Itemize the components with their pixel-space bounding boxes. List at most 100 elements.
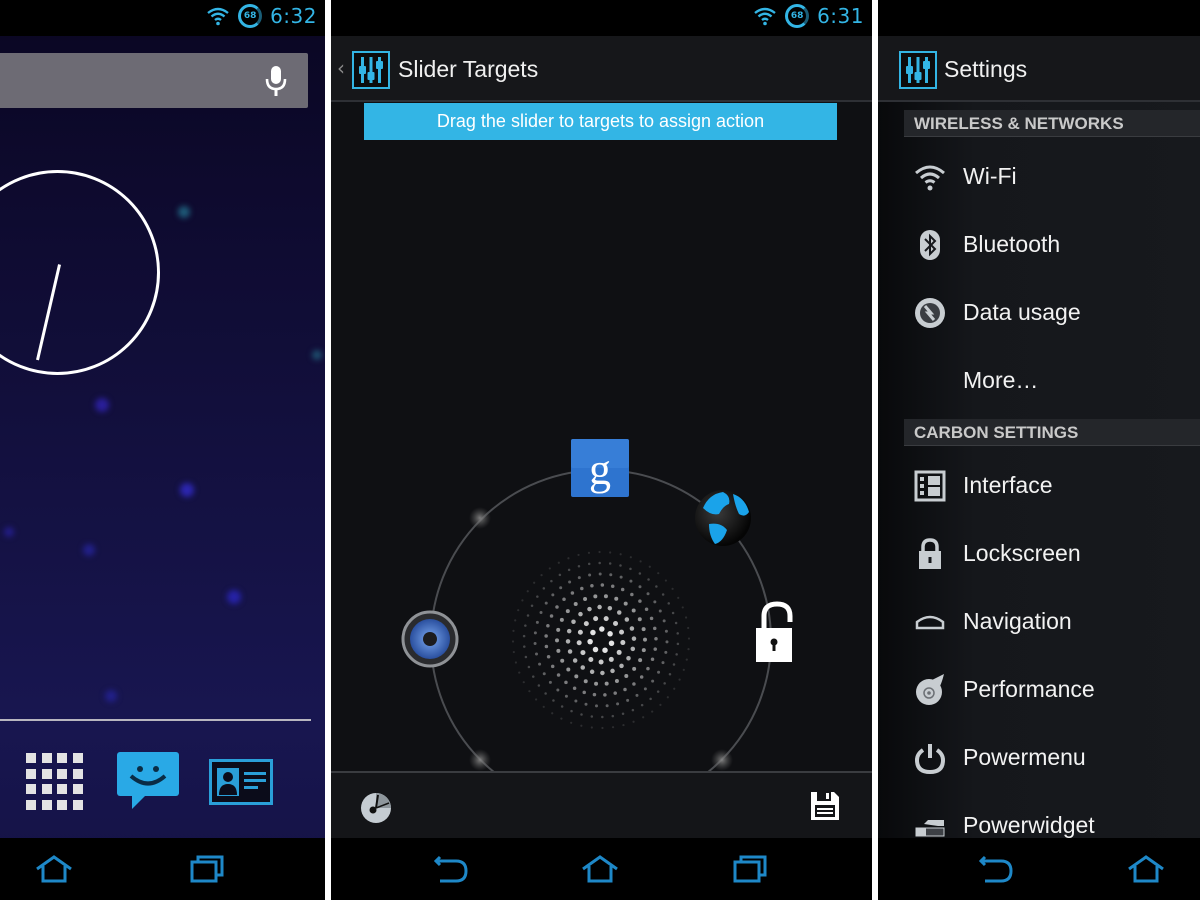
- timer-icon: [361, 793, 391, 823]
- home-button[interactable]: [1126, 854, 1166, 884]
- handle-dot: [655, 585, 658, 588]
- setting-label: More…: [963, 367, 1039, 393]
- sound-target[interactable]: [401, 610, 459, 668]
- handle-dot: [622, 723, 625, 727]
- setting-powermenu[interactable]: Powermenu: [878, 724, 1200, 792]
- wallpaper-star: [180, 483, 194, 497]
- handle-dot: [535, 652, 539, 656]
- handle-dot: [564, 680, 568, 685]
- status-time: 6:31: [817, 4, 864, 28]
- handle-dot: [580, 586, 584, 591]
- handle-dot: [580, 724, 583, 727]
- setting-more[interactable]: More…: [878, 347, 1200, 415]
- handle-dot: [629, 626, 635, 631]
- handle-dot: [595, 704, 599, 708]
- handle-dot: [518, 671, 521, 674]
- handle-dot: [512, 629, 515, 632]
- handle-dot: [619, 629, 625, 635]
- grid-icon: [26, 753, 83, 810]
- handle-dot: [590, 715, 594, 718]
- handle-dot: [583, 679, 588, 684]
- handle-dot: [593, 616, 599, 622]
- handle-dot: [657, 670, 661, 674]
- back-chevron-icon[interactable]: ‹: [337, 56, 345, 80]
- slider-targets-panel: 68 6:31 ‹ Slider Targets Drag the slider…: [331, 0, 872, 900]
- handle-dot: [662, 619, 666, 623]
- status-bar: 68 6:32: [0, 0, 325, 36]
- setting-lockscreen[interactable]: Lockscreen: [878, 520, 1200, 588]
- equalizer-sliders-icon[interactable]: [352, 51, 390, 89]
- setting-interface[interactable]: Interface: [878, 452, 1200, 520]
- navigation-bar-icon: [915, 615, 945, 630]
- handle-dot: [555, 638, 560, 643]
- handle-dot: [560, 658, 565, 663]
- handle-dot: [564, 694, 568, 698]
- save-button[interactable]: [809, 790, 841, 826]
- handle-dot: [638, 572, 642, 575]
- app-drawer-button[interactable]: [26, 753, 84, 815]
- setting-navigation[interactable]: Navigation: [878, 588, 1200, 656]
- handle-dot: [629, 567, 632, 571]
- handle-dot: [571, 619, 576, 625]
- section-header-wireless: WIRELESS & NETWORKS: [904, 110, 1200, 137]
- back-button[interactable]: [430, 854, 470, 884]
- wifi-icon: [207, 7, 229, 26]
- empty-target-top-left[interactable]: [469, 507, 491, 529]
- handle-dot: [684, 616, 688, 619]
- handle-dot: [619, 564, 622, 567]
- handle-dot: [583, 596, 588, 601]
- handle-dot: [565, 609, 570, 614]
- status-bar: 68 6:31: [331, 0, 872, 36]
- equalizer-sliders-icon[interactable]: [899, 51, 937, 89]
- handle-dot: [603, 594, 608, 599]
- handle-dot: [661, 593, 665, 596]
- setting-performance[interactable]: Performance: [878, 656, 1200, 724]
- performance-icon: [916, 674, 944, 705]
- handle-dot: [668, 672, 672, 676]
- microphone-icon[interactable]: [264, 65, 288, 97]
- empty-target-bottom-right[interactable]: [711, 749, 733, 771]
- recent-apps-button[interactable]: [187, 854, 227, 884]
- recent-apps-button[interactable]: [730, 854, 770, 884]
- handle-dot: [574, 699, 578, 703]
- handle-dot: [639, 675, 644, 679]
- empty-target-bottom-left[interactable]: [469, 749, 491, 771]
- handle-dot: [587, 562, 591, 566]
- wallpaper-star: [83, 544, 95, 556]
- setting-bluetooth[interactable]: Bluetooth: [878, 211, 1200, 279]
- power-icon: [914, 744, 946, 774]
- contacts-app-button[interactable]: [209, 759, 273, 809]
- back-button[interactable]: [975, 854, 1015, 884]
- home-button[interactable]: [34, 854, 74, 884]
- slider-handle-dots[interactable]: [511, 550, 691, 730]
- handle-dot: [687, 637, 691, 640]
- handle-dot: [542, 672, 546, 676]
- unlock-target[interactable]: [756, 601, 793, 662]
- handle-dot: [577, 553, 580, 557]
- analog-clock-widget[interactable]: [0, 170, 160, 375]
- handle-dot: [619, 553, 622, 556]
- handle-dot: [582, 690, 586, 695]
- handle-dot: [611, 726, 615, 729]
- battery-icon: 68: [238, 4, 263, 28]
- google-search-bar[interactable]: [0, 53, 308, 108]
- handle-dot: [638, 599, 642, 603]
- handle-dot: [560, 705, 564, 708]
- handle-dot: [664, 650, 668, 654]
- handle-dot: [555, 605, 559, 609]
- messaging-app-button[interactable]: [116, 751, 180, 815]
- google-search-target[interactable]: g: [571, 439, 629, 497]
- handle-dot: [587, 551, 591, 554]
- handle-dot: [567, 649, 573, 654]
- home-button[interactable]: [580, 854, 620, 884]
- handle-dot: [523, 645, 526, 648]
- browser-target[interactable]: [695, 490, 751, 546]
- handle-dot: [685, 658, 688, 661]
- instruction-banner: Drag the slider to targets to assign act…: [364, 103, 837, 140]
- setting-wifi[interactable]: Wi-Fi: [878, 143, 1200, 211]
- timer-button[interactable]: [358, 790, 394, 830]
- handle-dot: [687, 626, 690, 630]
- action-bar: Settings: [878, 36, 1200, 102]
- setting-data-usage[interactable]: Data usage: [878, 279, 1200, 347]
- handle-dot: [611, 714, 615, 718]
